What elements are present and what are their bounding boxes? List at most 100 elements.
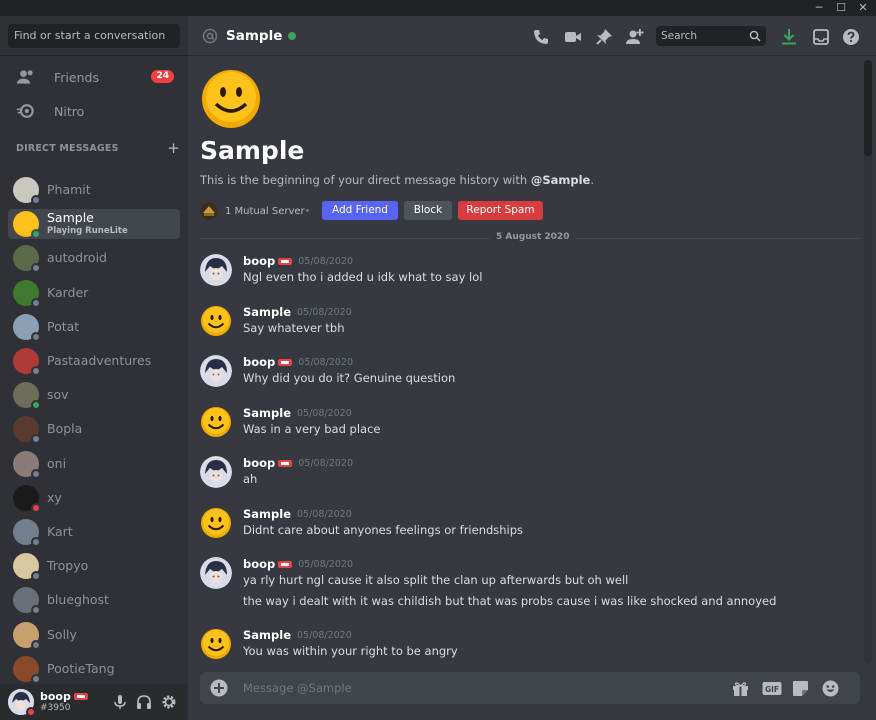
message-timestamp: 05/08/2020 — [298, 255, 354, 267]
dm-item-sample[interactable]: Sample Playing RuneLite — [8, 209, 180, 240]
block-button[interactable]: Block — [404, 201, 452, 220]
add-friends-to-dm-icon[interactable] — [626, 28, 644, 46]
headphones-icon[interactable] — [136, 694, 152, 710]
dm-item-pastaadventures[interactable]: Pastaadventures — [8, 346, 180, 376]
dm-names: Karder — [47, 284, 89, 300]
user-tag: #3950 — [40, 702, 71, 713]
smiley-avatar-icon[interactable] — [200, 406, 232, 438]
dm-item-tropyo[interactable]: Tropyo — [8, 551, 180, 582]
message-author[interactable]: boop — [243, 355, 275, 369]
dm-status-dot — [31, 502, 41, 513]
tag-emoji-icon — [278, 257, 293, 265]
dm-names: Pastaadventures — [47, 354, 151, 367]
chat-scrollbar-thumb[interactable] — [864, 60, 872, 156]
sticker-icon[interactable] — [792, 680, 809, 697]
voice-call-icon[interactable] — [532, 28, 550, 46]
dm-item-oni[interactable]: oni — [8, 449, 180, 479]
message-header: Sample 05/08/2020 — [243, 406, 352, 420]
microphone-icon[interactable] — [112, 694, 128, 710]
dm-item-xy[interactable]: xy — [8, 483, 180, 513]
dm-item-potat[interactable]: Potat — [8, 312, 180, 342]
dm-names: xy — [47, 489, 62, 505]
dm-names: Solly — [47, 628, 77, 641]
dm-status-dot — [31, 434, 41, 445]
dm-avatar — [13, 313, 41, 342]
close-button[interactable]: ✕ — [852, 0, 874, 16]
maximize-button[interactable]: ☐ — [830, 0, 852, 16]
video-call-icon[interactable] — [564, 28, 582, 46]
chat-main: Sample Search Sample This is the beginni… — [188, 16, 876, 720]
dm-name: Potat — [47, 318, 80, 334]
message-author[interactable]: Sample — [243, 507, 291, 521]
message-header: boop 05/08/2020 — [243, 355, 353, 369]
message-author[interactable]: Sample — [243, 628, 291, 642]
message-text: ya rly hurt ngl cause it also split the … — [243, 573, 629, 587]
download-icon[interactable] — [780, 28, 798, 46]
dm-name: blueghost — [47, 592, 109, 608]
minimize-button[interactable]: ─ — [808, 0, 830, 16]
dm-item-autodroid[interactable]: autodroid — [8, 243, 180, 274]
dm-item-pootietang[interactable]: PootieTang — [8, 654, 180, 684]
dm-status-dot — [31, 366, 41, 376]
message-header: boop 05/08/2020 — [243, 456, 353, 470]
create-dm-button[interactable]: + — [167, 139, 180, 157]
dm-item-phamit[interactable]: Phamit — [8, 175, 180, 205]
message-author[interactable]: Sample — [243, 305, 291, 319]
emoji-picker-icon[interactable] — [822, 680, 839, 697]
settings-gear-icon[interactable] — [161, 694, 177, 710]
dm-name: xy — [47, 489, 62, 505]
dm-names: sov — [47, 388, 69, 401]
message-text: ah — [243, 472, 258, 486]
anime-avatar-icon[interactable] — [200, 557, 232, 589]
message-text: Ngl even tho i added u idk what to say l… — [243, 270, 483, 284]
smiley-avatar-icon[interactable] — [200, 305, 232, 337]
dm-names: Sample Playing RuneLite — [47, 209, 128, 237]
dm-item-sov[interactable]: sov — [8, 380, 180, 411]
smiley-avatar-icon[interactable] — [200, 628, 232, 660]
dm-names: oni — [47, 457, 66, 470]
message-composer[interactable]: Message @Sample GIF — [200, 672, 860, 704]
message-timestamp: 05/08/2020 — [297, 629, 352, 641]
anime-avatar-icon[interactable] — [200, 456, 232, 488]
message-header: Sample 05/08/2020 — [243, 628, 352, 642]
dm-item-kart[interactable]: Kart — [8, 517, 180, 547]
dm-names: blueghost — [47, 592, 109, 608]
dm-avatar — [13, 279, 41, 308]
gif-icon[interactable]: GIF — [762, 680, 782, 697]
dm-avatar — [13, 211, 41, 240]
add-friend-button[interactable]: Add Friend — [322, 201, 398, 220]
online-status-dot — [288, 31, 297, 40]
dm-item-karder[interactable]: Karder — [8, 278, 180, 308]
dm-item-bopla[interactable]: Bopla — [8, 414, 180, 445]
smiley-avatar-icon[interactable] — [200, 507, 232, 539]
dm-item-blueghost[interactable]: blueghost — [8, 585, 180, 616]
message-author[interactable]: boop — [243, 557, 275, 571]
find-conversation-input[interactable]: Find or start a conversation — [8, 24, 180, 48]
help-icon[interactable] — [842, 28, 860, 46]
gift-icon[interactable] — [732, 680, 749, 697]
dm-name: Sample — [47, 209, 94, 225]
anime-avatar-icon[interactable] — [200, 355, 232, 387]
svg-text:GIF: GIF — [765, 685, 779, 694]
dm-name: Karder — [47, 284, 89, 300]
header-search-input[interactable]: Search — [656, 26, 766, 46]
welcome-mention[interactable]: @Sample — [531, 173, 591, 187]
nav-nitro[interactable]: Nitro — [8, 95, 180, 127]
dm-avatar — [13, 348, 41, 376]
message-author[interactable]: Sample — [243, 406, 291, 420]
report-spam-button[interactable]: Report Spam — [458, 201, 543, 220]
dm-name: Tropyo — [47, 558, 89, 574]
message-text: Was in a very bad place — [243, 422, 381, 436]
dm-item-solly[interactable]: Solly — [8, 620, 180, 650]
user-avatar[interactable] — [8, 689, 36, 717]
mutual-servers[interactable]: 1 Mutual Server — [200, 202, 305, 220]
inbox-icon[interactable] — [812, 28, 830, 46]
pinned-messages-icon[interactable] — [595, 28, 613, 46]
message-author[interactable]: boop — [243, 456, 275, 470]
nav-nitro-label: Nitro — [54, 103, 85, 119]
attach-plus-icon[interactable] — [210, 679, 228, 697]
nav-friends[interactable]: Friends 24 — [8, 61, 180, 93]
anime-avatar-icon[interactable] — [200, 254, 232, 286]
message-author[interactable]: boop — [243, 254, 275, 268]
welcome-title: Sample — [200, 136, 305, 165]
